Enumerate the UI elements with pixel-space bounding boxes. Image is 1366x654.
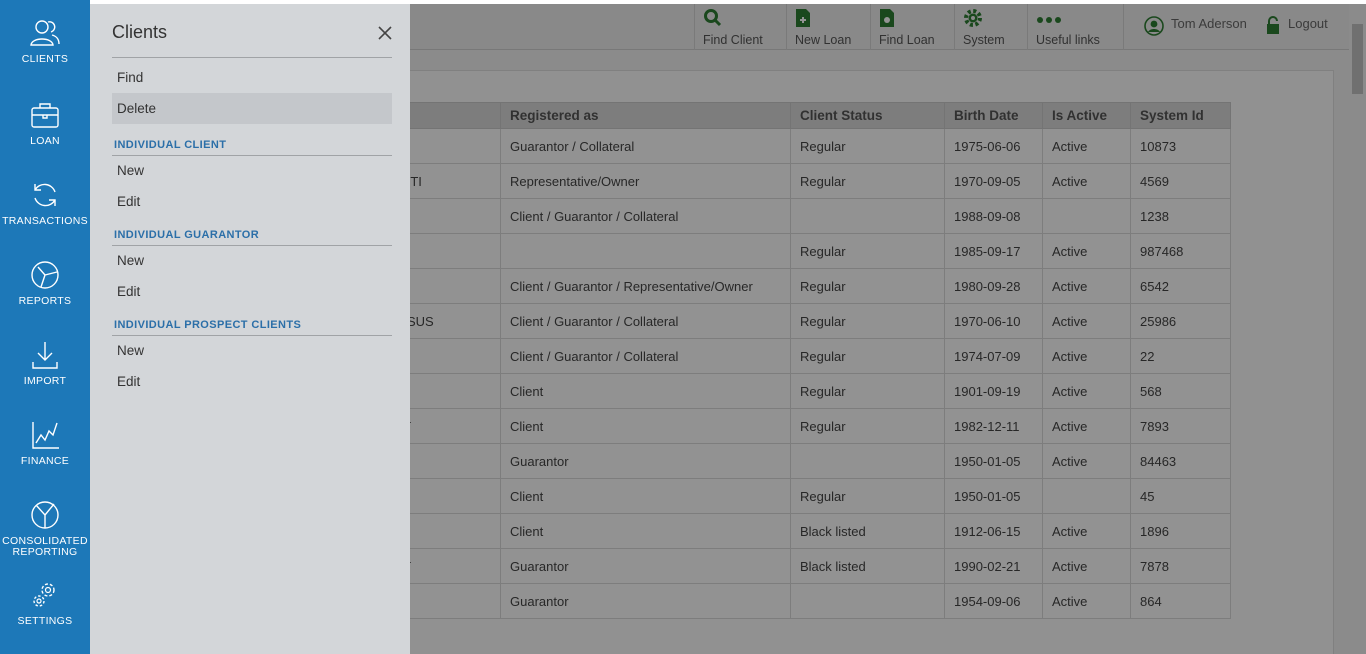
nav-item-import[interactable]: IMPORT <box>0 340 90 387</box>
individual-client-edit-item[interactable]: Edit <box>112 186 392 217</box>
nav-item-consolidated-reporting[interactable]: CONSOLIDATED REPORTING <box>0 500 90 558</box>
panel-title: Clients <box>112 22 168 42</box>
prospect-client-edit-item[interactable]: Edit <box>112 366 392 397</box>
left-navigation: CLIENTS LOAN TRANSACTIONS REPORTS IMPORT… <box>0 0 90 654</box>
prospect-client-new-item[interactable]: New <box>112 335 392 366</box>
nav-label: REPORTS <box>18 295 72 307</box>
nav-label: TRANSACTIONS <box>2 215 88 227</box>
nav-label: IMPORT <box>23 375 67 387</box>
refresh-icon <box>0 180 90 210</box>
line-chart-icon <box>0 420 90 450</box>
nav-item-clients[interactable]: CLIENTS <box>0 18 90 65</box>
nav-item-finance[interactable]: FINANCE <box>0 420 90 467</box>
nav-item-reports[interactable]: REPORTS <box>0 260 90 307</box>
find-menu-item[interactable]: Find <box>112 62 392 93</box>
nav-label: SETTINGS <box>17 615 73 627</box>
nav-item-transactions[interactable]: TRANSACTIONS <box>0 180 90 227</box>
gears-icon <box>0 580 90 610</box>
nav-label: LOAN <box>30 135 60 147</box>
divider <box>112 57 392 58</box>
individual-client-new-item[interactable]: New <box>112 155 392 186</box>
nav-item-loan[interactable]: LOAN <box>0 100 90 147</box>
pie-segments-icon <box>0 500 90 530</box>
pie-chart-icon <box>0 260 90 290</box>
nav-label: FINANCE <box>20 455 70 467</box>
nav-item-settings[interactable]: SETTINGS <box>0 580 90 627</box>
nav-label-line2: REPORTING <box>12 546 78 558</box>
section-individual-prospect-clients: INDIVIDUAL PROSPECT CLIENTS <box>114 319 302 331</box>
section-individual-client: INDIVIDUAL CLIENT <box>114 139 227 151</box>
individual-guarantor-new-item[interactable]: New <box>112 245 392 276</box>
briefcase-icon <box>0 100 90 130</box>
users-icon <box>0 18 90 48</box>
delete-menu-item[interactable]: Delete <box>112 93 392 124</box>
clients-flyout-panel: Clients Find Delete INDIVIDUAL CLIENT Ne… <box>90 4 410 654</box>
download-icon <box>0 340 90 370</box>
section-individual-guarantor: INDIVIDUAL GUARANTOR <box>114 229 260 241</box>
nav-label: CLIENTS <box>21 53 69 65</box>
close-icon[interactable] <box>376 24 394 42</box>
individual-guarantor-edit-item[interactable]: Edit <box>112 276 392 307</box>
